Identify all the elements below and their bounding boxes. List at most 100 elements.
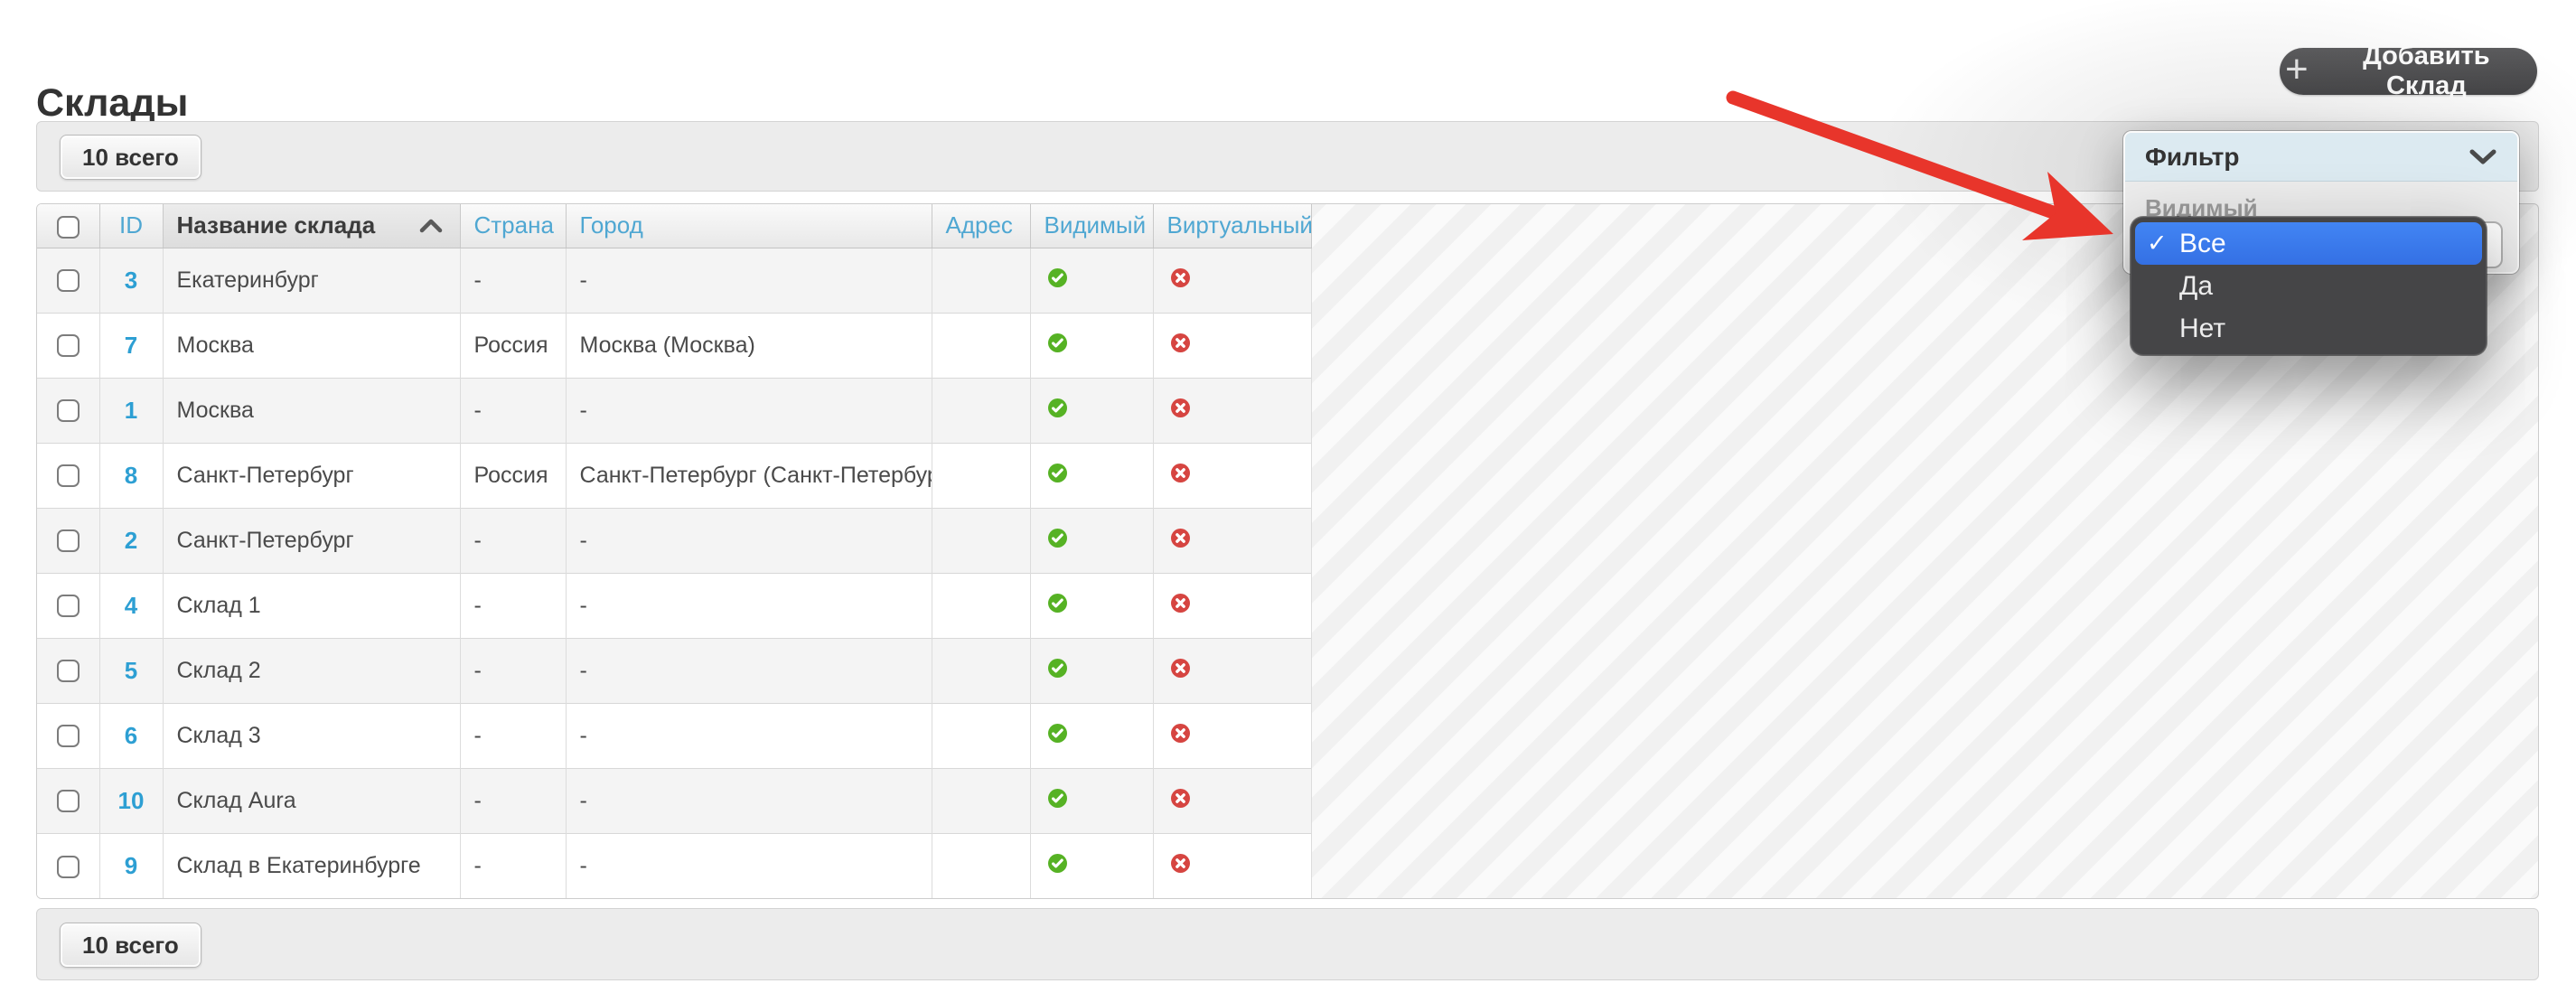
row-checkbox[interactable] xyxy=(56,464,80,488)
add-warehouse-button[interactable]: + Добавить Склад xyxy=(2280,42,2537,100)
row-id-link[interactable]: 4 xyxy=(125,592,137,619)
visible-cell xyxy=(1030,637,1154,703)
virtual-cell xyxy=(1153,637,1312,703)
row-id-cell: 9 xyxy=(99,832,164,898)
city-cell: Москва (Москва) xyxy=(566,312,932,378)
virtual-cell xyxy=(1153,377,1312,443)
visible-cell xyxy=(1030,572,1154,638)
visible-cell xyxy=(1030,832,1154,898)
row-id-cell: 3 xyxy=(99,247,164,313)
table-row: 2 Санкт-Петербург - - xyxy=(37,507,1312,573)
row-select-cell xyxy=(37,832,100,898)
row-select-cell xyxy=(37,572,100,638)
select-all-checkbox[interactable] xyxy=(56,215,80,239)
column-header-id[interactable]: ID xyxy=(99,204,164,248)
country-cell: - xyxy=(460,702,567,768)
warehouse-name-cell: Склад 3 xyxy=(163,702,461,768)
row-id-cell: 7 xyxy=(99,312,164,378)
virtual-cell xyxy=(1153,247,1312,313)
warehouse-name-cell: Склад Aura xyxy=(163,767,461,833)
dropdown-option-all[interactable]: ✓ Все xyxy=(2135,222,2482,265)
virtual-cell xyxy=(1153,702,1312,768)
row-id-link[interactable]: 9 xyxy=(125,852,137,879)
row-select-cell xyxy=(37,507,100,573)
checkmark-icon: ✓ xyxy=(2147,230,2168,257)
row-id-cell: 1 xyxy=(99,377,164,443)
total-count-button-bottom[interactable]: 10 всего xyxy=(60,923,201,968)
total-count-button-top[interactable]: 10 всего xyxy=(60,135,201,180)
row-id-link[interactable]: 6 xyxy=(125,722,137,749)
row-select-cell xyxy=(37,767,100,833)
x-circle-icon xyxy=(1170,333,1190,352)
x-circle-icon xyxy=(1170,658,1190,678)
row-checkbox[interactable] xyxy=(56,269,80,293)
country-cell: Россия xyxy=(460,442,567,508)
row-checkbox[interactable] xyxy=(56,790,80,813)
row-id-link[interactable]: 1 xyxy=(125,397,137,424)
table-row: 3 Екатеринбург - - xyxy=(37,247,1312,313)
column-header-visible[interactable]: Видимый xyxy=(1030,204,1154,248)
row-checkbox[interactable] xyxy=(56,660,80,683)
city-cell: - xyxy=(566,832,932,898)
table-row: 6 Склад 3 - - xyxy=(37,702,1312,768)
address-cell xyxy=(932,767,1031,833)
page-title: Склады xyxy=(36,80,189,125)
check-circle-icon xyxy=(1047,528,1067,548)
column-header-country[interactable]: Страна xyxy=(460,204,567,248)
city-cell: - xyxy=(566,377,932,443)
column-header-address[interactable]: Адрес xyxy=(932,204,1031,248)
row-checkbox[interactable] xyxy=(56,334,80,358)
row-id-cell: 2 xyxy=(99,507,164,573)
row-checkbox[interactable] xyxy=(56,595,80,618)
address-cell xyxy=(932,247,1031,313)
row-id-link[interactable]: 10 xyxy=(118,787,145,814)
city-cell: Санкт-Петербург (Санкт-Петербург) xyxy=(566,442,932,508)
country-cell: - xyxy=(460,637,567,703)
column-header-name[interactable]: Название склада xyxy=(162,204,461,248)
x-circle-icon xyxy=(1170,267,1190,287)
filter-header[interactable]: Фильтр xyxy=(2125,133,2517,182)
row-checkbox[interactable] xyxy=(56,529,80,553)
warehouse-name-cell: Санкт-Петербург xyxy=(163,507,461,573)
dropdown-option-yes[interactable]: Да xyxy=(2135,265,2482,307)
row-id-link[interactable]: 5 xyxy=(125,657,137,684)
warehouse-name-cell: Москва xyxy=(163,312,461,378)
dropdown-option-no[interactable]: Нет xyxy=(2135,307,2482,350)
row-checkbox[interactable] xyxy=(56,725,80,748)
check-circle-icon xyxy=(1047,658,1067,678)
visible-cell xyxy=(1030,312,1154,378)
chevron-down-icon xyxy=(2469,149,2496,164)
row-id-link[interactable]: 8 xyxy=(125,462,137,489)
warehouse-name-cell: Склад в Екатеринбурге xyxy=(163,832,461,898)
row-select-cell xyxy=(37,377,100,443)
column-header-city[interactable]: Город xyxy=(566,204,932,248)
table-row: 8 Санкт-Петербург Россия Санкт-Петербург… xyxy=(37,442,1312,508)
table-row: 1 Москва - - xyxy=(37,377,1312,443)
address-cell xyxy=(932,507,1031,573)
dropdown-option-label: Все xyxy=(2179,228,2226,258)
visible-filter-dropdown-menu: ✓ Все Да Нет xyxy=(2131,217,2487,355)
column-header-virtual[interactable]: Виртуальный xyxy=(1153,204,1312,248)
virtual-cell xyxy=(1153,572,1312,638)
x-circle-icon xyxy=(1170,723,1190,743)
table-row: 9 Склад в Екатеринбурге - - xyxy=(37,832,1312,898)
city-cell: - xyxy=(566,637,932,703)
address-cell xyxy=(932,442,1031,508)
column-header-name-label: Название склада xyxy=(176,211,376,239)
row-checkbox[interactable] xyxy=(56,855,80,878)
row-select-cell xyxy=(37,637,100,703)
row-id-cell: 5 xyxy=(99,637,164,703)
x-circle-icon xyxy=(1170,593,1190,613)
x-circle-icon xyxy=(1170,398,1190,417)
check-circle-icon xyxy=(1047,853,1067,873)
table-row: 10 Склад Aura - - xyxy=(37,767,1312,833)
visible-cell xyxy=(1030,247,1154,313)
virtual-cell xyxy=(1153,507,1312,573)
address-cell xyxy=(932,832,1031,898)
row-id-link[interactable]: 3 xyxy=(125,267,137,294)
dropdown-option-label: Нет xyxy=(2179,313,2226,343)
virtual-cell xyxy=(1153,767,1312,833)
row-id-link[interactable]: 2 xyxy=(125,527,137,554)
row-checkbox[interactable] xyxy=(56,399,80,423)
row-id-link[interactable]: 7 xyxy=(125,332,137,359)
